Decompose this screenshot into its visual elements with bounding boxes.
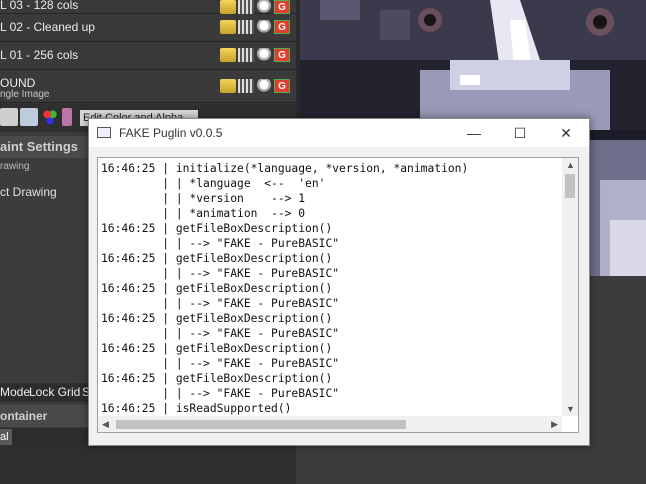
pixel-icon[interactable] bbox=[238, 48, 254, 62]
log-line: | | *version --> 1 bbox=[162, 192, 306, 205]
log-line: 16:46:25 | getFileBoxDescription() bbox=[101, 372, 333, 385]
scroll-right-icon[interactable]: ▶ bbox=[551, 419, 558, 430]
layer-name: OUND bbox=[0, 76, 36, 90]
vertical-scrollbar[interactable]: ▲ ▼ bbox=[562, 158, 578, 416]
layer-icons: G bbox=[220, 48, 290, 62]
layer-tool-icon[interactable] bbox=[0, 108, 18, 126]
log-line: | | --> "FAKE - PureBASIC" bbox=[162, 387, 340, 400]
lock-icon[interactable] bbox=[220, 20, 236, 34]
pixel-icon[interactable] bbox=[238, 0, 254, 14]
log-line: 16:46:25 | getFileBoxDescription() bbox=[101, 252, 333, 265]
bulb-icon[interactable] bbox=[256, 20, 272, 34]
layer-icons: G bbox=[220, 0, 290, 14]
lock-grid-button[interactable]: Lock Grid bbox=[29, 385, 80, 399]
log-line: 16:46:25 | getFileBoxDescription() bbox=[101, 342, 333, 355]
title-bar[interactable]: FAKE Puglin v0.0.5 — ☐ ✕ bbox=[89, 119, 589, 147]
image-tool-icon[interactable] bbox=[20, 108, 38, 126]
log-line: 16:46:25 | getFileBoxDescription() bbox=[101, 282, 333, 295]
window-icon bbox=[97, 127, 111, 138]
log-line: 16:46:25 | initialize(*language, *versio… bbox=[101, 162, 469, 175]
drawing-label: rawing bbox=[0, 161, 30, 172]
log-line: | | *language <-- 'en' bbox=[162, 177, 326, 190]
pixel-icon[interactable] bbox=[238, 79, 254, 93]
layer-name: L 02 - Cleaned up bbox=[0, 20, 95, 34]
layer-icons: G bbox=[220, 79, 290, 93]
container-area bbox=[0, 446, 296, 484]
close-button[interactable]: ✕ bbox=[543, 119, 589, 147]
g-icon[interactable]: G bbox=[274, 0, 290, 14]
layer-row[interactable]: OUND ngle Image G bbox=[0, 70, 296, 103]
bulb-icon[interactable] bbox=[256, 0, 272, 14]
bulb-icon[interactable] bbox=[256, 79, 272, 93]
color-channels-icon[interactable] bbox=[43, 108, 57, 126]
maximize-button[interactable]: ☐ bbox=[497, 119, 543, 147]
layer-row[interactable]: L 02 - Cleaned up G bbox=[0, 14, 296, 42]
layers-panel: L 03 - 128 cols G L 02 - Cleaned up G L … bbox=[0, 0, 296, 104]
scroll-left-icon[interactable]: ◀ bbox=[102, 419, 109, 430]
vertical-scroll-thumb[interactable] bbox=[565, 174, 575, 198]
log-line: | | --> "FAKE - PureBASIC" bbox=[162, 267, 340, 280]
pixel-icon[interactable] bbox=[238, 20, 254, 34]
lock-icon[interactable] bbox=[220, 0, 236, 14]
layer-subtitle: ngle Image bbox=[0, 89, 50, 100]
log-line: 16:46:25 | getFileBoxDescription() bbox=[101, 222, 333, 235]
log-textarea[interactable]: 16:46:25 | initialize(*language, *versio… bbox=[97, 157, 579, 433]
layer-name: L 03 - 128 cols bbox=[0, 0, 79, 12]
scroll-down-icon[interactable]: ▼ bbox=[566, 404, 575, 414]
minimize-button[interactable]: — bbox=[451, 119, 497, 147]
layer-row[interactable]: L 03 - 128 cols G bbox=[0, 0, 296, 14]
bulb-icon[interactable] bbox=[256, 48, 272, 62]
log-line: | | --> "FAKE - PureBASIC" bbox=[162, 357, 340, 370]
log-line: | | --> "FAKE - PureBASIC" bbox=[162, 327, 340, 340]
alpha-icon[interactable] bbox=[62, 108, 72, 126]
log-line: | | --> "FAKE - PureBASIC" bbox=[162, 297, 340, 310]
log-line: | | *animation --> 0 bbox=[162, 207, 306, 220]
scroll-up-icon[interactable]: ▲ bbox=[566, 160, 575, 170]
plugin-window: FAKE Puglin v0.0.5 — ☐ ✕ 16:46:25 | init… bbox=[88, 118, 590, 446]
log-line: | | --> "FAKE - PureBASIC" bbox=[162, 237, 340, 250]
g-icon[interactable]: G bbox=[274, 20, 290, 34]
act-drawing-label[interactable]: ct Drawing bbox=[0, 185, 57, 199]
layer-name: L 01 - 256 cols bbox=[0, 48, 79, 62]
window-title: FAKE Puglin v0.0.5 bbox=[119, 126, 223, 140]
tab-normal[interactable]: al bbox=[0, 429, 12, 445]
mode-button[interactable]: Mode bbox=[0, 385, 30, 399]
log-line: 16:46:25 | isReadSupported() bbox=[101, 402, 292, 415]
layer-icons: G bbox=[220, 20, 290, 34]
horizontal-scrollbar[interactable]: ◀ ▶ bbox=[98, 416, 562, 432]
log-line: 16:46:25 | getFileBoxDescription() bbox=[101, 312, 333, 325]
log-text: 16:46:25 | initialize(*language, *versio… bbox=[101, 161, 561, 416]
horizontal-scroll-thumb[interactable] bbox=[116, 420, 406, 429]
g-icon[interactable]: G bbox=[274, 79, 290, 93]
g-icon[interactable]: G bbox=[274, 48, 290, 62]
lock-icon[interactable] bbox=[220, 48, 236, 62]
lock-icon[interactable] bbox=[220, 79, 236, 93]
layer-row[interactable]: L 01 - 256 cols G bbox=[0, 42, 296, 70]
